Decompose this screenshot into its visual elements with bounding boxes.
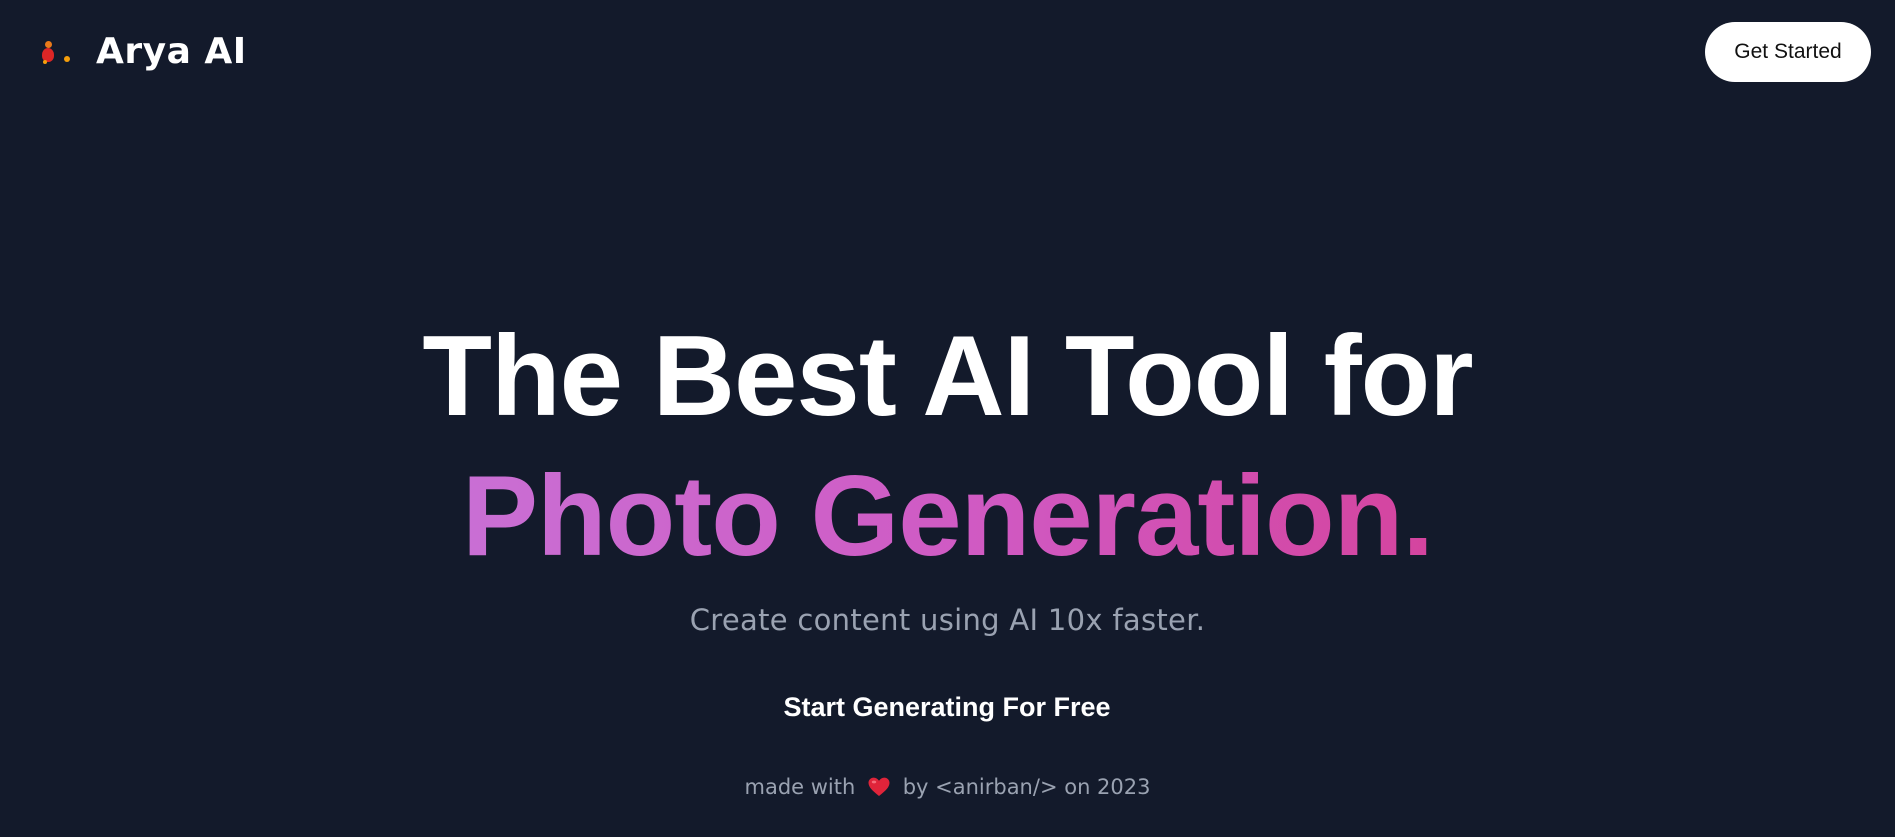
brand-link[interactable]: Arya AI	[36, 28, 247, 76]
brand-name: Arya AI	[96, 31, 247, 72]
hero-headline-line2: Photo Generation.	[462, 450, 1434, 584]
rocket-figure-icon	[36, 36, 72, 68]
heart-icon	[868, 773, 890, 796]
get-started-button[interactable]: Get Started	[1705, 22, 1871, 82]
hero-subtitle: Create content using AI 10x faster.	[689, 603, 1206, 637]
start-generating-button[interactable]: Start Generating For Free	[747, 680, 1147, 732]
footer-suffix: by <anirban/> on 2023	[902, 775, 1151, 799]
landing-page: Arya AI Get Started The Best AI Tool for…	[0, 0, 1895, 837]
navbar: Arya AI Get Started	[0, 0, 1895, 104]
hero-section: The Best AI Tool for Photo Generation.	[0, 310, 1895, 584]
footer-credit: made with by <anirban/> on 2023	[0, 770, 1895, 804]
footer-prefix: made with	[744, 775, 856, 799]
hero-headline-line1: The Best AI Tool for	[422, 313, 1473, 440]
